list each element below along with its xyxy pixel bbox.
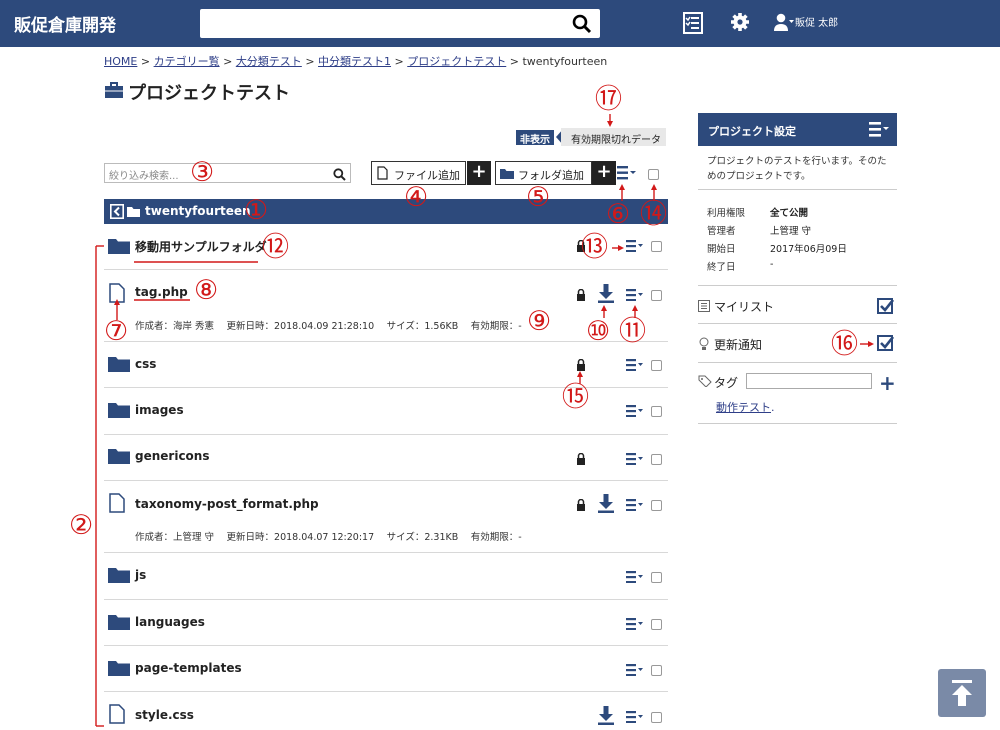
annotation-overlay — [95, 114, 874, 727]
